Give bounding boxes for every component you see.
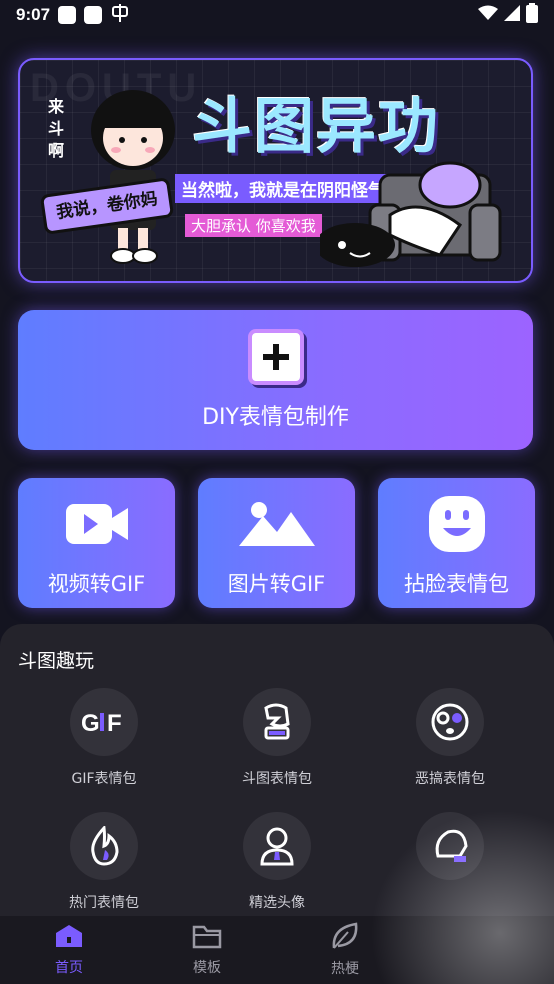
status-bar: 9:07 <box>0 0 554 30</box>
funny-face-icon <box>416 688 484 756</box>
flame-icon <box>70 812 138 880</box>
grid-label: 热门表情包 <box>69 895 139 911</box>
bottom-nav: 首页 模板 热梗 <box>0 916 554 984</box>
home-icon <box>54 923 84 953</box>
nav-home[interactable]: 首页 <box>0 916 138 984</box>
folder-icon <box>192 923 222 953</box>
grid-label: 斗图表情包 <box>242 771 312 787</box>
nav-trending[interactable]: 热梗 <box>276 916 414 984</box>
face-sticker-button[interactable]: 拈脸表情包 <box>378 478 535 608</box>
banner-side-text: 来斗啊 <box>47 97 64 160</box>
nav-label: 热梗 <box>331 961 359 977</box>
head-icon <box>416 812 484 880</box>
funny-sticker-item[interactable]: 恶搞表情包 <box>360 688 540 788</box>
gif-sticker-item[interactable]: G F GIF表情包 <box>14 688 194 788</box>
signal-icon <box>504 4 520 26</box>
person-icon <box>243 812 311 880</box>
avatar-item[interactable]: 精选头像 <box>187 812 367 912</box>
section-title: 斗图趣玩 <box>18 650 95 672</box>
gif-icon: G F <box>70 688 138 756</box>
svg-text:F: F <box>107 710 122 734</box>
sofa-character-illustration <box>320 161 502 267</box>
wifi-icon <box>478 5 498 26</box>
leaf-icon <box>330 922 360 954</box>
grid-label: GIF表情包 <box>71 771 137 787</box>
image-to-gif-button[interactable]: 图片转GIF <box>198 478 355 608</box>
hot-sticker-item[interactable]: 热门表情包 <box>14 812 194 912</box>
tile-label: 视频转GIF <box>47 572 146 596</box>
fun-section: 斗图趣玩 G F GIF表情包 斗图表情包 恶搞表情包 热门表情包 精选头像 <box>0 624 554 916</box>
grid-label: 精选头像 <box>249 895 305 911</box>
diy-label: DIY表情包制作 <box>202 405 349 430</box>
battle-sticker-item[interactable]: 斗图表情包 <box>187 688 367 788</box>
sixth-sticker-item[interactable] <box>360 812 540 892</box>
tile-label: 图片转GIF <box>227 572 326 596</box>
tile-label: 拈脸表情包 <box>404 572 509 596</box>
fist-icon <box>243 688 311 756</box>
cartoon-girl-illustration <box>91 90 175 264</box>
video-to-gif-button[interactable]: 视频转GIF <box>18 478 175 608</box>
nav-label: 模板 <box>193 960 221 976</box>
nav-templates[interactable]: 模板 <box>138 916 276 984</box>
plus-icon <box>247 329 304 385</box>
notification-icon <box>58 6 77 24</box>
diy-sticker-maker-button[interactable]: DIY表情包制作 <box>18 310 533 450</box>
smiley-icon <box>427 492 487 556</box>
app-status-icon <box>110 3 130 28</box>
video-camera-icon <box>62 492 132 556</box>
battery-icon <box>526 2 538 28</box>
status-time: 9:07 <box>16 5 51 24</box>
promo-banner[interactable]: DOUTU 来斗啊 我说，卷你妈 斗图异功 当然啦，我就是在阴阳怪气 大胆承认 … <box>18 58 533 283</box>
image-icon <box>237 492 317 556</box>
svg-text:G: G <box>81 710 100 734</box>
notification-icon-2 <box>84 6 103 24</box>
banner-caption-2: 大胆承认 你喜欢我 <box>185 214 322 237</box>
grid-label: 恶搞表情包 <box>415 771 485 787</box>
nav-label: 首页 <box>55 960 83 976</box>
